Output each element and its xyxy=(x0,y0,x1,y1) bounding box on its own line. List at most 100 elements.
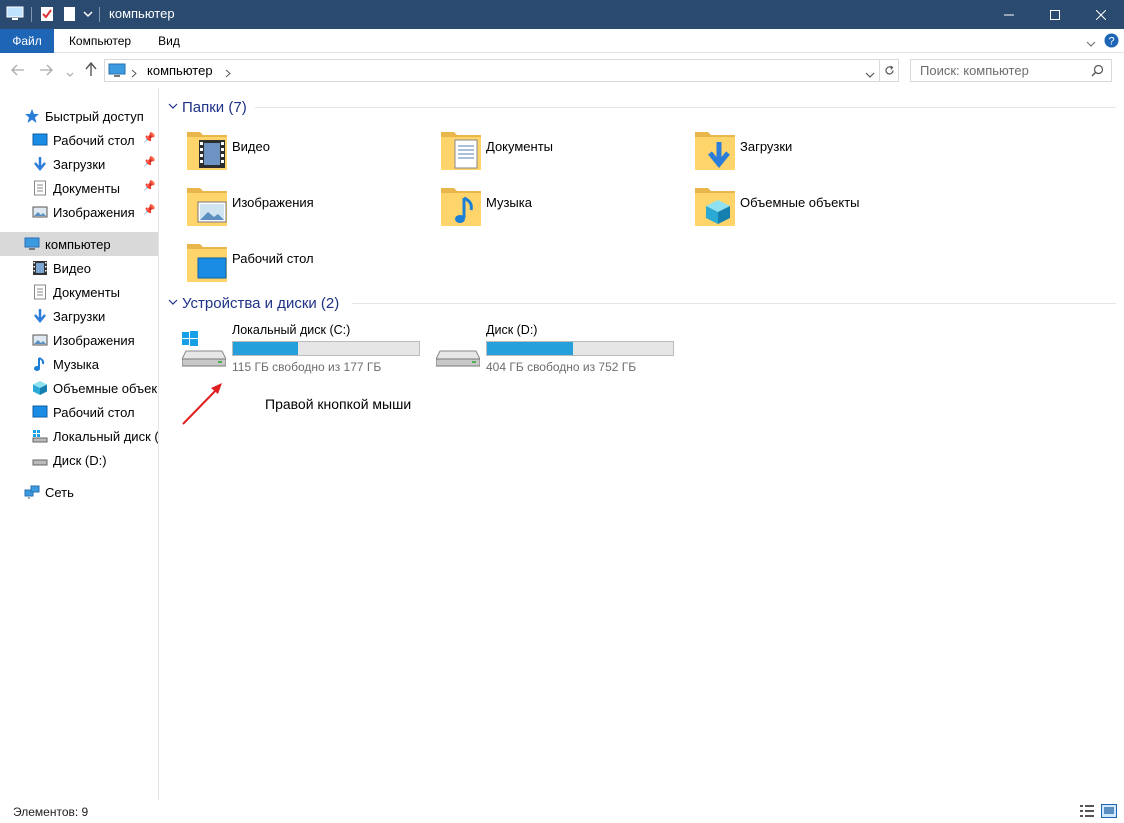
sidebar-item-label: Быстрый доступ xyxy=(45,108,144,124)
breadcrumb[interactable]: компьютер xyxy=(147,63,213,78)
properties-icon[interactable] xyxy=(40,5,54,23)
sidebar-item-label: Рабочий стол xyxy=(53,404,135,420)
sidebar-item-video[interactable]: Видео xyxy=(0,256,158,280)
sidebar-item-quick-access[interactable]: Быстрый доступ xyxy=(0,104,158,128)
network-icon xyxy=(24,485,40,499)
refresh-button[interactable] xyxy=(880,59,899,82)
devices-group-header[interactable]: Устройства и диски (2) xyxy=(168,293,339,313)
pictures-folder-icon xyxy=(187,188,227,226)
video-folder-icon xyxy=(187,132,227,170)
folder-label: Музыка xyxy=(486,195,532,210)
back-icon[interactable] xyxy=(11,64,25,79)
sidebar-item-documents[interactable]: Документы xyxy=(0,280,158,304)
folder-tile-downloads[interactable]: Загрузки xyxy=(694,128,934,178)
sidebar-item-network[interactable]: Сеть xyxy=(0,480,158,504)
drive-name: Диск (D:) xyxy=(486,323,538,337)
annotation-arrow-icon xyxy=(182,383,222,425)
forward-icon[interactable] xyxy=(39,64,53,79)
chevron-down-icon[interactable] xyxy=(168,102,182,113)
drive-d-icon xyxy=(436,350,480,367)
folder-tile-3d-objects[interactable]: Объемные объекты xyxy=(694,184,934,234)
folder-label: Видео xyxy=(232,139,270,154)
tab-file[interactable]: Файл xyxy=(0,29,54,53)
folder-tile-video[interactable]: Видео xyxy=(186,128,426,178)
ribbon-expand-icon[interactable] xyxy=(1086,36,1096,51)
breadcrumb-chevron-icon[interactable] xyxy=(225,66,231,81)
sidebar-item-label: Локальный диск ( xyxy=(53,428,158,444)
desktop-folder-icon xyxy=(187,244,227,282)
annotation-text: Правой кнопкой мыши xyxy=(265,396,412,412)
quick-access-dropdown-icon[interactable] xyxy=(83,5,93,23)
sidebar-item-label: Диск (D:) xyxy=(53,452,107,468)
sidebar-item-downloads-pinned[interactable]: Загрузки 📌 xyxy=(0,152,158,176)
search-icon[interactable] xyxy=(1091,64,1104,80)
sidebar-item-pictures[interactable]: Изображения xyxy=(0,328,158,352)
folders-group-title: Папки (7) xyxy=(182,98,247,116)
folder-tile-documents[interactable]: Документы xyxy=(440,128,680,178)
breadcrumb-chevron-icon[interactable] xyxy=(131,66,137,81)
pin-icon[interactable]: 📌 xyxy=(143,205,155,216)
desktop-icon xyxy=(32,133,48,146)
sidebar-item-computer[interactable]: компьютер xyxy=(0,232,158,256)
minimize-button[interactable] xyxy=(986,0,1032,29)
drive-free-space: 115 ГБ свободно из 177 ГБ xyxy=(232,360,382,374)
sidebar-item-desktop[interactable]: Рабочий стол xyxy=(0,400,158,424)
sidebar-item-music[interactable]: Музыка xyxy=(0,352,158,376)
large-icons-view-icon[interactable] xyxy=(1101,804,1117,818)
documents-icon xyxy=(34,180,46,196)
ribbon-tabs: Файл Компьютер Вид ? xyxy=(0,29,1124,53)
maximize-button[interactable] xyxy=(1032,0,1078,29)
drive-tile-c[interactable]: Локальный диск (C:) 115 ГБ свободно из 1… xyxy=(182,323,422,375)
address-dropdown-icon[interactable] xyxy=(865,67,875,82)
sidebar-item-label: Объемные объек xyxy=(53,380,158,396)
downloads-icon xyxy=(34,157,46,171)
new-folder-icon[interactable] xyxy=(63,5,76,23)
search-input[interactable] xyxy=(920,63,1080,78)
drive-tile-d[interactable]: Диск (D:) 404 ГБ свободно из 752 ГБ xyxy=(436,323,676,375)
sidebar-item-label: Музыка xyxy=(53,356,99,372)
tab-view[interactable]: Вид xyxy=(152,29,186,53)
folder-tile-desktop[interactable]: Рабочий стол xyxy=(186,240,426,290)
close-button[interactable] xyxy=(1078,0,1124,29)
address-bar[interactable]: компьютер xyxy=(104,59,880,82)
sidebar-item-label: компьютер xyxy=(45,236,111,252)
drive-d-icon xyxy=(32,459,48,466)
folders-group-header[interactable]: Папки (7) xyxy=(168,97,247,117)
music-icon xyxy=(34,357,45,371)
computer-icon xyxy=(108,62,126,81)
title-bar: компьютер xyxy=(0,0,1124,29)
group-divider xyxy=(255,107,1116,108)
sidebar-item-pictures-pinned[interactable]: Изображения 📌 xyxy=(0,200,158,224)
sidebar-item-drive-d[interactable]: Диск (D:) xyxy=(0,448,158,472)
recent-locations-icon[interactable] xyxy=(66,66,74,81)
help-icon[interactable]: ? xyxy=(1104,33,1119,51)
pictures-icon xyxy=(32,206,48,218)
pin-icon[interactable]: 📌 xyxy=(143,133,155,144)
sidebar-item-downloads[interactable]: Загрузки xyxy=(0,304,158,328)
folder-tile-music[interactable]: Музыка xyxy=(440,184,680,234)
sidebar-item-label: Загрузки xyxy=(53,308,106,324)
details-view-icon[interactable] xyxy=(1079,804,1095,818)
sidebar-item-3d-objects[interactable]: Объемные объек xyxy=(0,376,158,400)
chevron-down-icon[interactable] xyxy=(168,298,182,309)
computer-icon xyxy=(24,237,40,250)
search-box[interactable] xyxy=(910,59,1112,82)
drive-c-icon xyxy=(32,430,48,443)
sidebar-item-desktop-pinned[interactable]: Рабочий стол 📌 xyxy=(0,128,158,152)
pin-icon[interactable]: 📌 xyxy=(143,157,155,168)
folder-label: Изображения xyxy=(232,195,314,210)
navigation-pane: Быстрый доступ Рабочий стол 📌 Загрузки 📌… xyxy=(0,88,159,800)
sidebar-item-label: Сеть xyxy=(45,484,74,500)
drive-usage-bar xyxy=(232,341,420,356)
sidebar-item-label: Документы xyxy=(53,284,121,300)
tab-computer[interactable]: Компьютер xyxy=(62,29,138,53)
folder-tile-pictures[interactable]: Изображения xyxy=(186,184,426,234)
sidebar-item-documents-pinned[interactable]: Документы 📌 xyxy=(0,176,158,200)
up-icon[interactable] xyxy=(85,61,97,80)
refresh-icon xyxy=(884,65,894,75)
item-count: Элементов: 9 xyxy=(13,805,89,819)
3d-objects-icon xyxy=(33,381,47,395)
sidebar-item-drive-c[interactable]: Локальный диск ( xyxy=(0,424,158,448)
pin-icon[interactable]: 📌 xyxy=(143,181,155,192)
sidebar-item-label: Загрузки xyxy=(53,156,106,172)
